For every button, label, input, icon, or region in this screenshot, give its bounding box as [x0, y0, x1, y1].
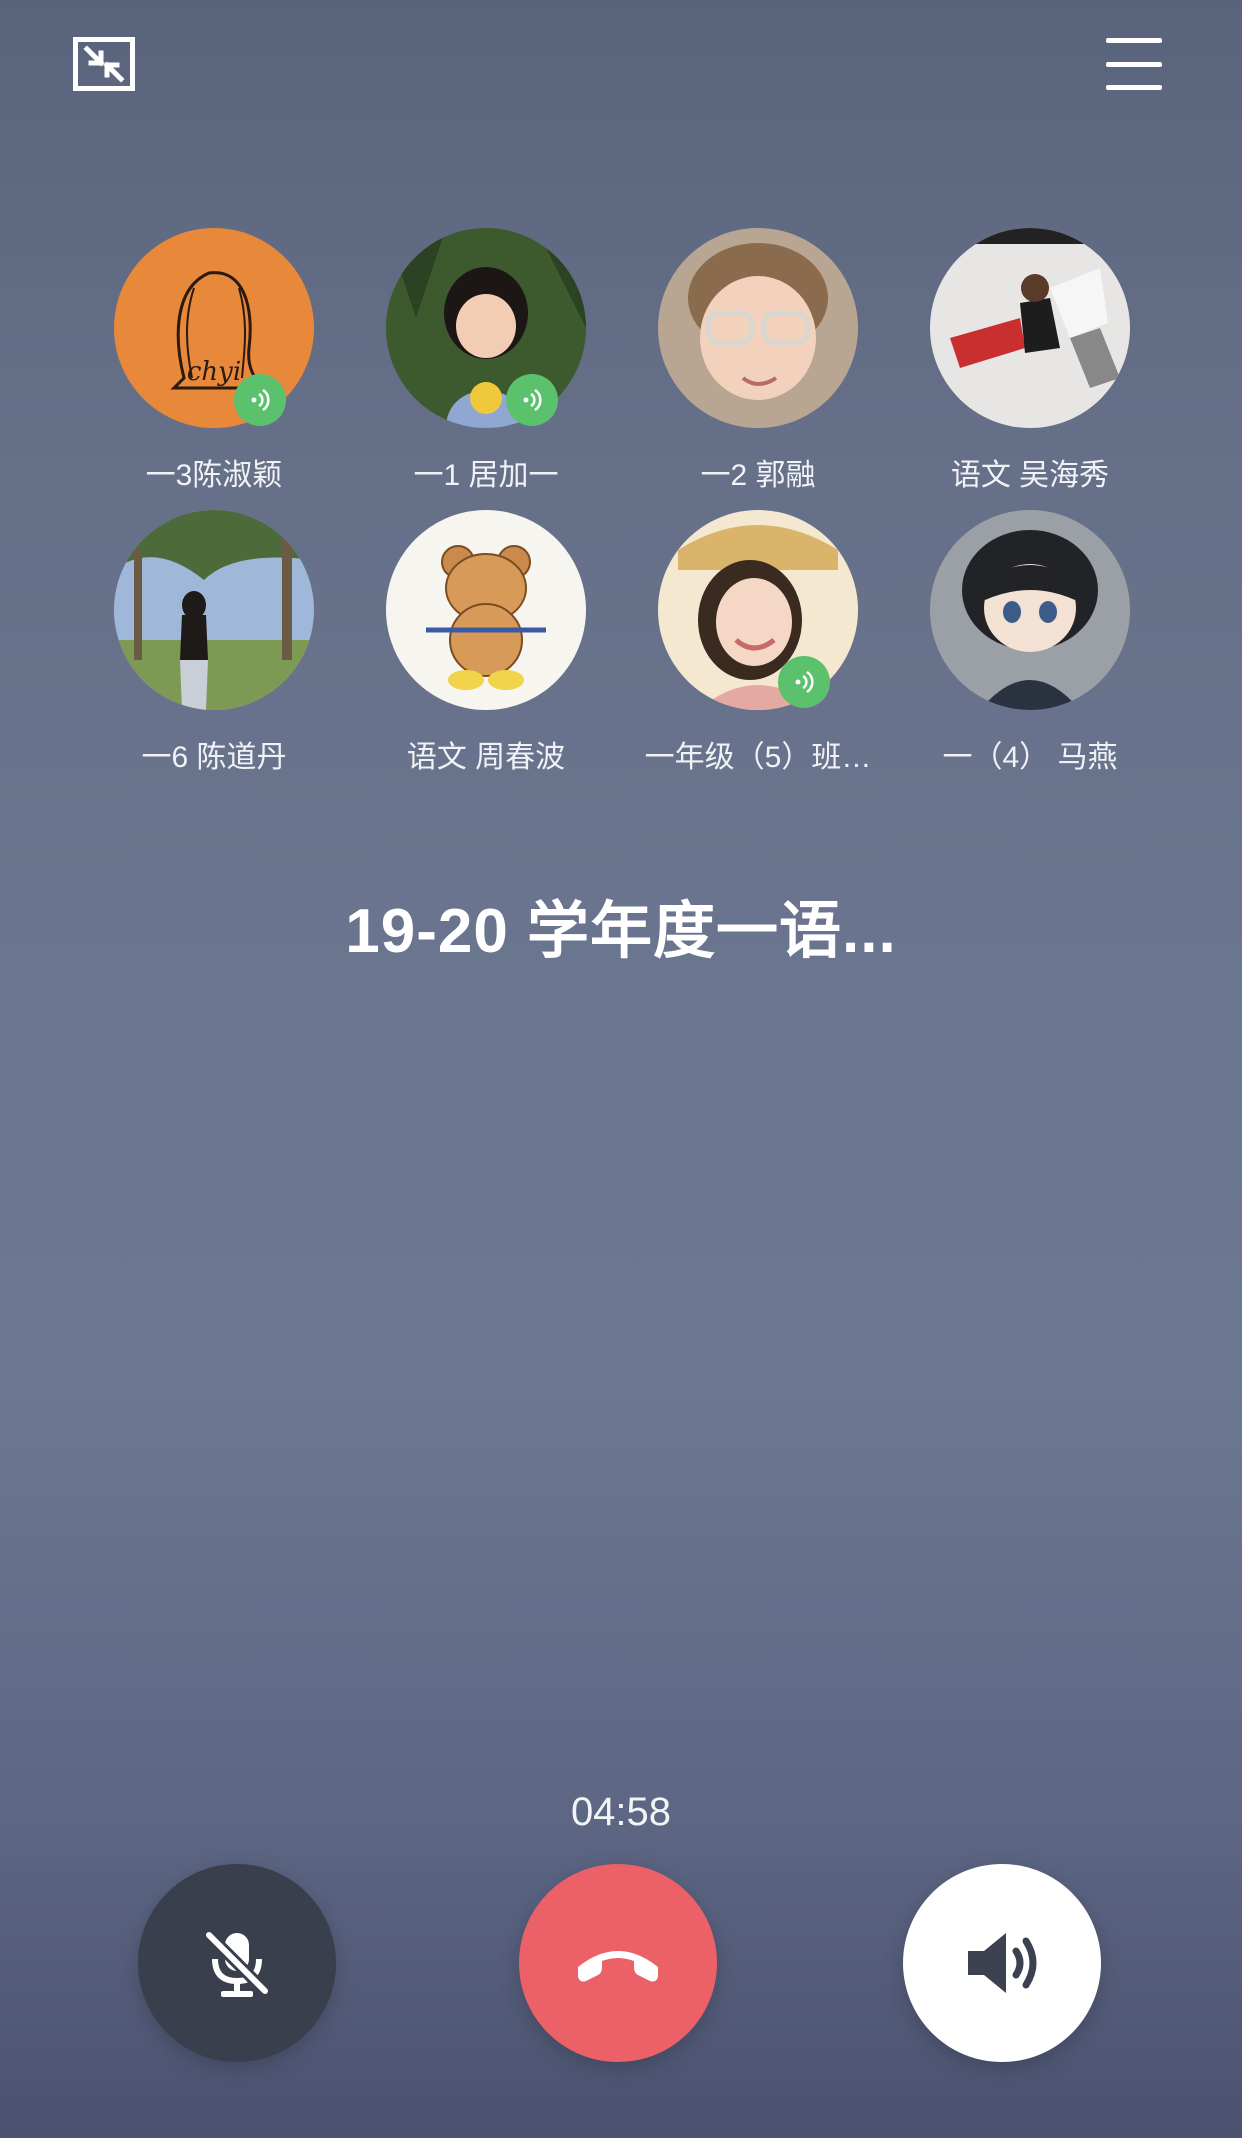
minimize-arrows-icon [73, 37, 135, 91]
minimize-button[interactable] [72, 36, 136, 92]
microphone-off-icon [204, 1930, 270, 1997]
member-card[interactable]: 语文 周春波 [356, 510, 616, 776]
member-name: 一1 居加一 [413, 459, 559, 492]
member-name: 一（4） 马燕 [942, 741, 1118, 774]
avatar [930, 510, 1130, 710]
member-name: 一2 郭融 [700, 459, 816, 492]
member-card[interactable]: 一6 陈道丹 [84, 510, 344, 776]
member-name: 一年级（5）班… [644, 741, 872, 774]
avatar [658, 228, 858, 428]
sound-wave-icon [251, 388, 270, 412]
member-name: 一3陈淑颖 [145, 459, 283, 492]
hamburger-menu-icon [1106, 38, 1162, 43]
member-card[interactable]: chyi 一3陈淑颖 [84, 228, 344, 494]
hangup-button[interactable] [519, 1864, 717, 2062]
sound-wave-icon [795, 670, 814, 694]
member-card[interactable]: 一1 居加一 [356, 228, 616, 494]
mute-button[interactable] [138, 1864, 336, 2062]
top-bar [0, 36, 1242, 106]
sound-wave-icon [523, 388, 542, 412]
member-name: 语文 吴海秀 [950, 459, 1110, 492]
member-card[interactable]: 一年级（5）班… [628, 510, 888, 776]
speaking-indicator [778, 656, 830, 708]
speaking-indicator [234, 374, 286, 426]
speaking-indicator [506, 374, 558, 426]
member-card[interactable]: 一（4） 马燕 [900, 510, 1160, 776]
speaker-button[interactable] [903, 1864, 1101, 2062]
member-name: 一6 陈道丹 [141, 741, 287, 774]
member-card[interactable]: 一2 郭融 [628, 228, 888, 494]
avatar [930, 228, 1130, 428]
svg-text:chyi: chyi [187, 357, 241, 387]
menu-button[interactable] [1106, 38, 1162, 90]
avatar [386, 510, 586, 710]
phone-hangup-icon [578, 1951, 658, 1982]
speaker-on-icon [968, 1933, 1037, 1993]
member-name: 语文 周春波 [406, 741, 566, 774]
group-title: 19-20 学年度一语... [345, 897, 897, 966]
member-card[interactable]: 语文 吴海秀 [900, 228, 1160, 494]
avatar [114, 510, 314, 710]
call-duration: 04:58 [570, 1790, 672, 1834]
